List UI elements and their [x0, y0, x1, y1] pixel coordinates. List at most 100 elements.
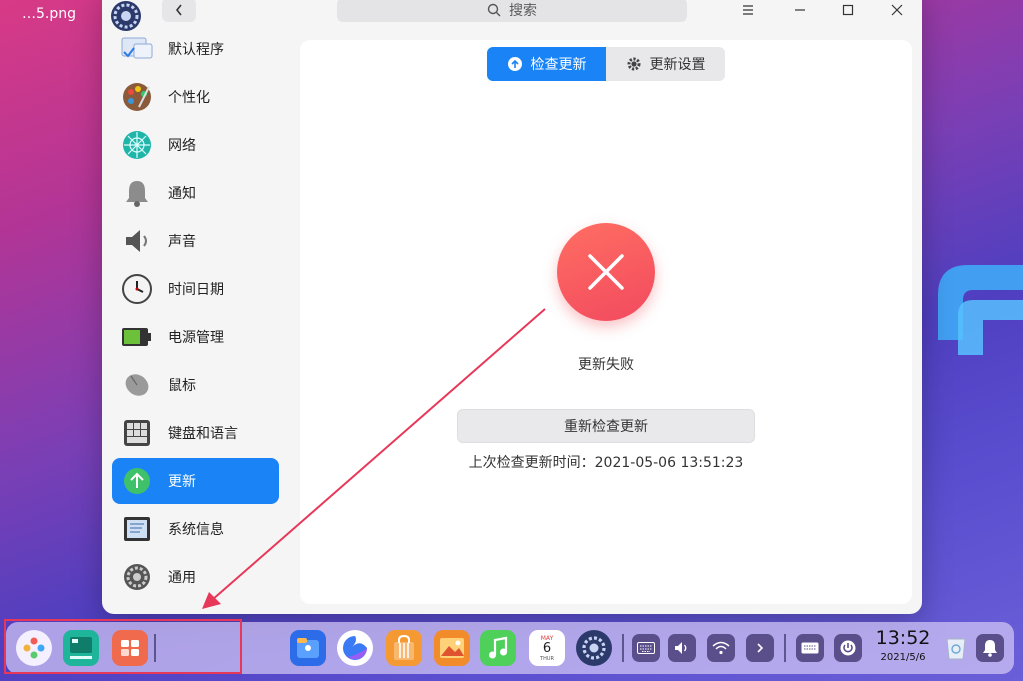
- sidebar: 默认程序 个性化 网络 通知 声音 时间日期 电源管理 鼠标 键盘和语言 更新 …: [102, 28, 290, 614]
- wifi-icon: [712, 641, 730, 655]
- input-method-button[interactable]: [796, 634, 824, 662]
- settings-gear-icon: [582, 636, 606, 660]
- settings-gear-icon: [627, 57, 640, 71]
- upload-circle-icon: [507, 57, 522, 71]
- file-manager-button[interactable]: [290, 630, 326, 666]
- update-status-text: 更新失败: [578, 357, 634, 373]
- last-check-time: 上次检查更新时间：2021-05-06 13:51:23: [468, 455, 744, 471]
- update-panel: 检查更新 更新设置 更新失败 重新检查更新 上次检查更新时间：2021-05-0…: [300, 40, 912, 604]
- menu-button[interactable]: [736, 0, 760, 22]
- clock-date: 2021/5/6: [880, 652, 926, 663]
- tray-expand-button[interactable]: [746, 634, 774, 662]
- update-arrow-icon: [120, 464, 154, 498]
- control-center-button[interactable]: [576, 630, 612, 666]
- calendar-weekday: THUR: [540, 655, 554, 662]
- update-tabs: 检查更新 更新设置: [487, 47, 725, 81]
- bell-icon: [983, 640, 997, 657]
- default-apps-icon: [120, 32, 154, 66]
- recheck-update-button[interactable]: 重新检查更新: [457, 409, 755, 443]
- shopping-bag-icon: [394, 634, 414, 660]
- sidebar-item-label: 个性化: [168, 90, 210, 106]
- network-icon: [120, 128, 154, 162]
- gear-icon: [120, 560, 154, 594]
- tab-label: 更新设置: [649, 57, 706, 73]
- sidebar-item-label: 通知: [168, 186, 196, 202]
- volume-icon: [675, 642, 687, 654]
- sidebar-item-power[interactable]: 电源管理: [112, 314, 279, 360]
- sidebar-item-date-time[interactable]: 时间日期: [112, 266, 279, 312]
- sidebar-item-general[interactable]: 通用: [112, 554, 279, 600]
- tab-update-settings[interactable]: 更新设置: [606, 47, 725, 81]
- minimize-icon: [795, 9, 805, 11]
- desktop-logo-decoration: [938, 265, 1023, 355]
- sidebar-item-network[interactable]: 网络: [112, 122, 279, 168]
- calendar-button[interactable]: MAY 6 THUR: [529, 630, 565, 666]
- system-info-icon: [120, 512, 154, 546]
- tab-label: 检查更新: [530, 57, 587, 73]
- bell-icon: [120, 176, 154, 210]
- power-icon: [840, 640, 856, 656]
- trash-icon: [946, 638, 966, 660]
- app-store-button[interactable]: [386, 630, 422, 666]
- browser-button[interactable]: [337, 630, 373, 666]
- volume-button[interactable]: [668, 634, 696, 662]
- sidebar-item-label: 电源管理: [168, 330, 224, 346]
- onscreen-keyboard-button[interactable]: [632, 634, 660, 662]
- trash-button[interactable]: [938, 630, 974, 666]
- search-input[interactable]: 搜索: [337, 0, 687, 22]
- chevron-right-icon: [757, 643, 764, 653]
- maximize-button[interactable]: [836, 0, 860, 22]
- desktop-file-label[interactable]: …5.png: [22, 6, 76, 22]
- sidebar-item-label: 系统信息: [168, 522, 224, 538]
- keyboard-icon: [120, 416, 154, 450]
- battery-icon: [120, 320, 154, 354]
- minimize-button[interactable]: [788, 0, 812, 22]
- sidebar-item-label: 时间日期: [168, 282, 224, 298]
- sidebar-item-label: 更新: [168, 474, 196, 490]
- sidebar-item-label: 声音: [168, 234, 196, 250]
- sidebar-item-label: 默认程序: [168, 42, 224, 58]
- power-button[interactable]: [834, 634, 862, 662]
- sidebar-item-label: 网络: [168, 138, 196, 154]
- menu-icon: [743, 5, 753, 15]
- music-button[interactable]: [480, 630, 516, 666]
- maximize-icon: [842, 4, 854, 16]
- sidebar-item-default-apps[interactable]: 默认程序: [112, 26, 279, 72]
- search-placeholder: 搜索: [509, 3, 537, 19]
- network-button[interactable]: [707, 634, 735, 662]
- speaker-icon: [120, 224, 154, 258]
- keyboard-icon: [637, 642, 655, 654]
- back-button[interactable]: [162, 0, 196, 22]
- input-keyboard-icon: [801, 642, 819, 654]
- update-failed-icon: [557, 223, 655, 321]
- clock-time[interactable]: 13:52: [872, 627, 934, 649]
- browser-icon: [343, 636, 367, 660]
- close-icon: [891, 4, 903, 16]
- control-center-window: 搜索 默认程序 个性化 网络 通知 声音 时间日期 电源管理 鼠标 键盘和语言 …: [102, 0, 922, 614]
- clock-icon: [120, 272, 154, 306]
- image-viewer-button[interactable]: [434, 630, 470, 666]
- close-x-icon: [588, 254, 624, 290]
- sidebar-item-personalization[interactable]: 个性化: [112, 74, 279, 120]
- close-button[interactable]: [885, 0, 909, 22]
- sidebar-item-mouse[interactable]: 鼠标: [112, 362, 279, 408]
- sidebar-item-sound[interactable]: 声音: [112, 218, 279, 264]
- dock-separator: [622, 634, 624, 662]
- tab-check-update[interactable]: 检查更新: [487, 47, 606, 81]
- sidebar-item-label: 鼠标: [168, 378, 196, 394]
- picture-icon: [440, 638, 464, 658]
- file-manager-icon: [297, 638, 319, 658]
- sidebar-item-notifications[interactable]: 通知: [112, 170, 279, 216]
- notification-center-button[interactable]: [976, 634, 1004, 662]
- sidebar-item-keyboard-language[interactable]: 键盘和语言: [112, 410, 279, 456]
- annotation-highlight-box: [4, 619, 242, 674]
- mouse-icon: [120, 368, 154, 402]
- search-icon: [487, 3, 501, 17]
- sidebar-item-label: 通用: [168, 570, 196, 586]
- calendar-day: 6: [542, 640, 552, 656]
- music-note-icon: [489, 636, 508, 659]
- sidebar-item-label: 键盘和语言: [168, 426, 238, 442]
- sidebar-item-update[interactable]: 更新: [112, 458, 279, 504]
- palette-icon: [120, 80, 154, 114]
- sidebar-item-system-info[interactable]: 系统信息: [112, 506, 279, 552]
